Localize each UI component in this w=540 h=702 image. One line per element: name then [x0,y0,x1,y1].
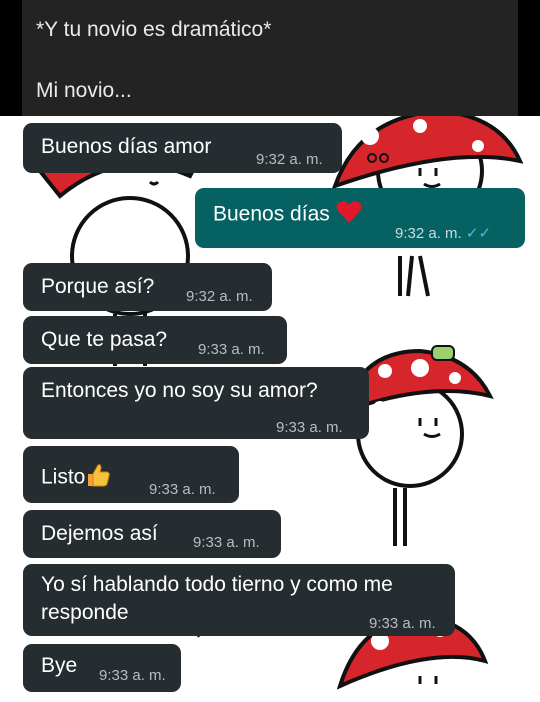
message-bubble-incoming[interactable]: Buenos días amor 9:32 a. m. [23,123,342,173]
message-text: Entonces yo no soy su amor? [41,379,318,402]
message-time: 9:33 a. m. [99,667,166,684]
message-time: 9:32 a. m. [256,151,323,168]
message-bubble-incoming[interactable]: Yo sí hablando todo tierno y como me res… [23,564,455,636]
message-text: Bye [41,654,78,677]
message-time: 9:33 a. m. [149,481,216,498]
caption-title: *Y tu novio es dramático* [36,18,272,41]
chat-area[interactable]: Buenos días amor 9:32 a. m. Buenos días … [0,116,540,702]
message-bubble-incoming[interactable]: Listo 9:33 a. m. [23,446,239,503]
heart-emoji-icon [336,200,362,230]
message-bubble-incoming[interactable]: Bye 9:33 a. m. [23,644,181,692]
message-text: Porque así? [41,275,155,298]
message-time: 9:33 a. m. [276,419,343,436]
message-time-wrap: 9:32 a. m. ✓✓ [395,224,491,242]
message-time: 9:32 a. m. [395,225,462,242]
message-text: Buenos días [213,202,330,226]
message-text: Buenos días amor [41,135,212,158]
message-bubble-outgoing[interactable]: Buenos días 9:32 a. m. ✓✓ [195,188,525,248]
message-text-wrap: Buenos días [213,200,362,230]
caption-box: *Y tu novio es dramático* Mi novio... [22,0,518,116]
message-bubble-incoming[interactable]: Que te pasa? 9:33 a. m. [23,316,287,364]
read-ticks-icon: ✓✓ [465,225,492,242]
message-bubble-incoming[interactable]: Entonces yo no soy su amor? 9:33 a. m. [23,367,369,439]
message-time: 9:33 a. m. [193,534,260,551]
caption-header: *Y tu novio es dramático* Mi novio... [0,0,540,116]
thumbs-up-emoji-icon [85,462,111,494]
message-time: 9:33 a. m. [198,341,265,358]
message-time: 9:33 a. m. [369,615,436,632]
message-bubble-incoming[interactable]: Porque así? 9:32 a. m. [23,263,272,311]
message-text: Que te pasa? [41,328,168,351]
message-text-wrap: Listo [41,462,111,494]
caption-subtitle: Mi novio... [36,79,132,102]
message-text: Listo [41,465,86,489]
message-text: Dejemos así [41,522,158,545]
message-bubble-incoming[interactable]: Dejemos así 9:33 a. m. [23,510,281,558]
message-time: 9:32 a. m. [186,288,253,305]
